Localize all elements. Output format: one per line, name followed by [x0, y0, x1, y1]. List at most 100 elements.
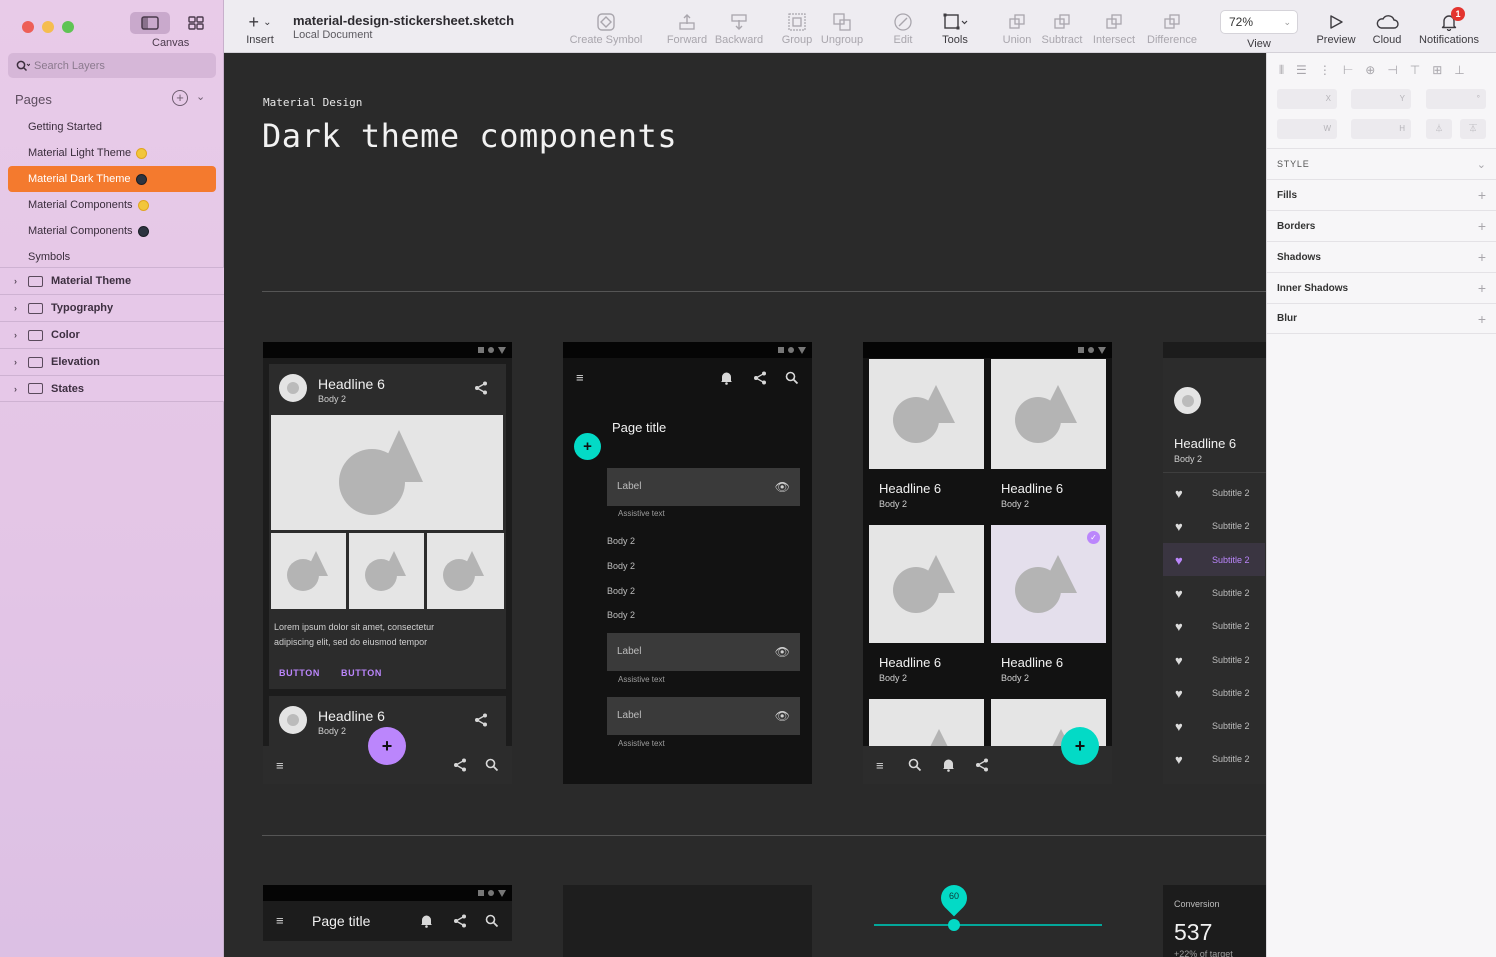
card-button[interactable]: BUTTON — [341, 668, 382, 678]
tools-button[interactable]: Tools — [938, 0, 972, 53]
drawer-list-item[interactable]: ♥ Subtitle 2 — [1163, 709, 1265, 742]
page-item-getting-started[interactable]: Getting Started — [8, 114, 216, 140]
text-field[interactable]: Label 👁 — [607, 697, 800, 735]
inner-shadows-section[interactable]: Inner Shadows + — [1267, 272, 1496, 303]
slider[interactable]: 60 — [874, 879, 1102, 945]
page-item-material-dark-theme[interactable]: Material Dark Theme — [8, 166, 216, 192]
search-icon[interactable] — [485, 758, 499, 774]
menu-icon[interactable]: ≡ — [276, 914, 284, 927]
view-button[interactable]: View — [1246, 0, 1272, 53]
layer-item-typography[interactable]: › Typography — [0, 294, 224, 321]
flip-horizontal-icon[interactable]: ⏃ — [1426, 119, 1452, 139]
text-field[interactable]: Label 👁 — [607, 468, 800, 506]
chevron-down-icon[interactable]: ⌄ — [196, 90, 205, 103]
add-inner-shadow-icon[interactable]: + — [1478, 280, 1486, 296]
y-position-field[interactable]: Y — [1351, 89, 1411, 109]
add-fab-button[interactable]: + — [574, 433, 601, 460]
align-center-icon[interactable]: ⊕ — [1365, 63, 1375, 78]
image-list-component-artboard[interactable]: Headline 6 Body 2 Headline 6 Body 2 ✓ He… — [863, 342, 1112, 784]
card-component-artboard[interactable]: Headline 6 Body 2 Lorem ipsum dolor sit … — [263, 342, 512, 784]
add-blur-icon[interactable]: + — [1478, 311, 1486, 327]
share-icon[interactable] — [753, 371, 767, 387]
drawer-list-item[interactable]: ♥ Subtitle 2 — [1163, 609, 1265, 642]
share-icon[interactable] — [975, 758, 989, 774]
forward-button[interactable]: Forward — [666, 0, 708, 53]
drawer-list-item[interactable]: ♥ Subtitle 2 — [1163, 676, 1265, 709]
image-tile[interactable] — [869, 359, 984, 469]
minimize-window-button[interactable] — [42, 21, 54, 33]
style-section-header[interactable]: STYLE ⌄ — [1267, 148, 1496, 179]
text-field-component-artboard[interactable]: ≡ Page title + Label 👁 Assistive text Bod… — [563, 342, 812, 784]
drawer-list-item[interactable]: ♥ Subtitle 2 — [1163, 476, 1265, 509]
menu-icon[interactable]: ≡ — [876, 759, 884, 772]
add-border-icon[interactable]: + — [1478, 218, 1486, 234]
chevron-right-icon[interactable]: › — [14, 303, 20, 313]
menu-icon[interactable]: ≡ — [576, 371, 584, 384]
search-layers-input[interactable] — [34, 59, 204, 72]
bell-icon[interactable] — [720, 371, 733, 387]
rotation-field[interactable]: ° — [1426, 89, 1486, 109]
chevron-right-icon[interactable]: › — [14, 357, 20, 367]
page-item-material-components-light[interactable]: Material Components — [8, 192, 216, 218]
search-icon[interactable] — [908, 758, 922, 774]
backward-button[interactable]: Backward — [714, 0, 764, 53]
share-icon[interactable] — [474, 713, 488, 729]
eye-icon[interactable]: 👁 — [775, 709, 790, 723]
navigation-drawer-artboard[interactable]: Headline 6 Body 2 ♥ Subtitle 2 ♥ Subtitle 2… — [1163, 342, 1266, 784]
page-item-material-components-dark[interactable]: Material Components — [8, 218, 216, 244]
stat-card-artboard[interactable]: Conversion 537 +22% of target — [1163, 885, 1266, 957]
distribute-vertical-icon[interactable]: ☰ — [1296, 63, 1307, 78]
search-icon[interactable] — [485, 914, 499, 930]
chevron-right-icon[interactable]: › — [14, 276, 20, 286]
group-button[interactable]: Group — [779, 0, 815, 53]
align-right-icon[interactable]: ⊣ — [1387, 63, 1397, 78]
drawer-list-item[interactable]: ♥ Subtitle 2 — [1163, 643, 1265, 676]
bell-icon[interactable] — [942, 758, 955, 774]
union-button[interactable]: Union — [1002, 0, 1032, 53]
top-app-bar-artboard[interactable]: ≡ Page title — [263, 885, 512, 941]
drawer-list-item[interactable]: ♥ Subtitle 2 — [1163, 576, 1265, 609]
slider-thumb[interactable] — [948, 919, 960, 931]
add-fab-button[interactable]: + — [1061, 727, 1099, 765]
menu-icon[interactable]: ≡ — [276, 759, 284, 772]
close-window-button[interactable] — [22, 21, 34, 33]
align-left-icon[interactable]: ⊢ — [1343, 63, 1353, 78]
canvas-area[interactable]: Material Design Dark theme components He… — [224, 53, 1266, 957]
layer-item-color[interactable]: › Color — [0, 321, 224, 348]
zoom-window-button[interactable] — [62, 21, 74, 33]
distribute-horizontal-icon[interactable]: ⫴ — [1279, 63, 1284, 78]
insert-button[interactable]: + ⌄ Insert — [240, 0, 280, 53]
drawer-list-item[interactable]: ♥ Subtitle 2 — [1163, 742, 1265, 775]
canvas-view-button[interactable] — [130, 12, 170, 34]
add-page-icon[interactable]: + — [172, 90, 188, 106]
shadows-section[interactable]: Shadows + — [1267, 241, 1496, 272]
cloud-button[interactable]: Cloud — [1370, 0, 1404, 53]
search-icon[interactable] — [785, 371, 799, 387]
chevron-right-icon[interactable]: › — [14, 384, 20, 394]
edit-button[interactable]: Edit — [890, 0, 916, 53]
image-tile-selected[interactable]: ✓ — [991, 525, 1106, 643]
drawer-list-item[interactable]: ♥ Subtitle 2 — [1163, 542, 1265, 576]
page-item-material-light-theme[interactable]: Material Light Theme — [8, 140, 216, 166]
eye-icon[interactable]: 👁 — [775, 645, 790, 659]
image-tile[interactable] — [869, 699, 984, 749]
bell-icon[interactable] — [420, 914, 433, 930]
layer-item-material-theme[interactable]: › Material Theme — [0, 267, 224, 294]
card[interactable]: Headline 6 Body 2 Lorem ipsum dolor sit … — [269, 364, 506, 689]
image-tile[interactable] — [991, 359, 1106, 469]
subtract-button[interactable]: Subtract — [1040, 0, 1084, 53]
add-shadow-icon[interactable]: + — [1478, 249, 1486, 265]
align-top-icon[interactable]: ⊤ — [1410, 63, 1420, 78]
ungroup-button[interactable]: Ungroup — [820, 0, 864, 53]
blur-section[interactable]: Blur + — [1267, 303, 1496, 334]
align-bottom-icon[interactable]: ⊥ — [1454, 63, 1464, 78]
width-field[interactable]: W — [1277, 119, 1337, 139]
drawer-list-item[interactable]: ♥ Subtitle 2 — [1163, 509, 1265, 542]
chevron-right-icon[interactable]: › — [14, 330, 20, 340]
add-fill-icon[interactable]: + — [1478, 187, 1486, 203]
share-icon[interactable] — [453, 914, 467, 930]
share-icon[interactable] — [453, 758, 467, 774]
height-field[interactable]: H — [1351, 119, 1411, 139]
card-button[interactable]: BUTTON — [279, 668, 320, 678]
image-tile[interactable] — [869, 525, 984, 643]
